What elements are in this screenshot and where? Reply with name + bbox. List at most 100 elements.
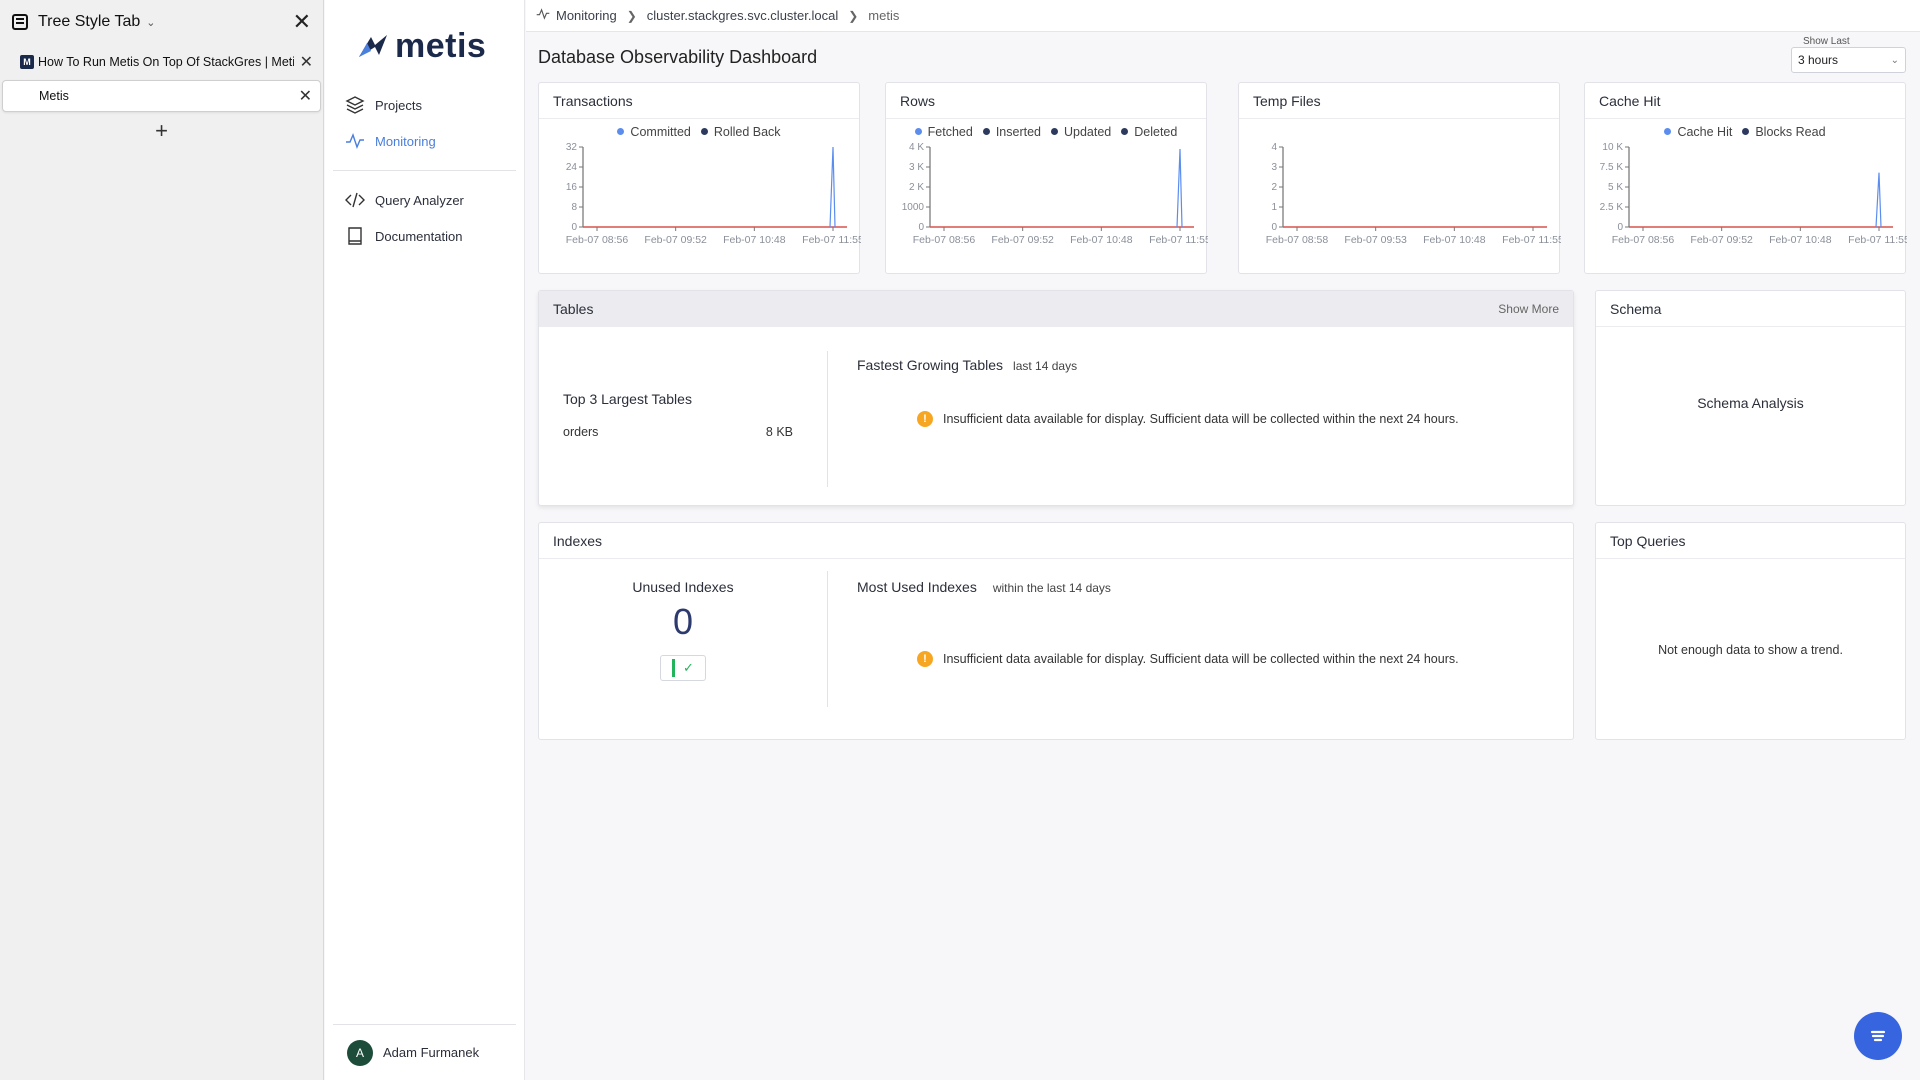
- y-tick-label: 24: [566, 162, 578, 173]
- legend-dot-icon: [1121, 128, 1129, 135]
- largest-tables-title: Top 3 Largest Tables: [563, 391, 692, 407]
- nav-item-label: Monitoring: [375, 133, 436, 149]
- unused-ok-badge: ✓: [660, 655, 706, 681]
- show-more-link[interactable]: Show More: [1498, 302, 1559, 316]
- chart-plot: 0 1000 2 K 3 K 4 K Feb-07 08:56 Feb-07 09:52 Fe…: [902, 142, 1208, 246]
- show-last-select[interactable]: Show Last 3 hours ⌄: [1791, 36, 1906, 73]
- breadcrumb-cluster[interactable]: cluster.stackgres.svc.cluster.local: [647, 8, 838, 23]
- transactions-chart-card: Transactions Committed Rolled Back 0 8 16 24 32…: [538, 82, 861, 274]
- close-icon[interactable]: ✕: [293, 11, 311, 33]
- chart-title: Rows: [886, 83, 1206, 119]
- y-tick-label: 1: [1271, 202, 1277, 213]
- legend-item[interactable]: Committed: [617, 125, 691, 139]
- top-queries-empty: Not enough data to show a trend.: [1658, 643, 1843, 657]
- insufficient-data-message: ! Insufficient data available for displa…: [917, 651, 1553, 667]
- nav-item-documentation[interactable]: Documentation: [325, 221, 524, 251]
- legend-dot-icon: [1050, 128, 1058, 135]
- nav-item-query-analyzer[interactable]: Query Analyzer: [325, 185, 524, 215]
- series-spike: [829, 146, 836, 228]
- legend-label: Cache Hit: [1677, 125, 1733, 139]
- y-tick-label: 16: [566, 182, 578, 193]
- show-last-label: Show Last: [1803, 36, 1850, 47]
- metis-logo-icon: [357, 33, 391, 59]
- top-queries-card-header: Top Queries: [1596, 523, 1905, 559]
- legend-item[interactable]: Blocks Read: [1742, 125, 1826, 139]
- new-tab-button[interactable]: +: [0, 118, 323, 144]
- tab-label: How To Run Metis On Top Of StackGres | M…: [38, 55, 294, 69]
- chat-button[interactable]: [1854, 1012, 1902, 1060]
- schema-analysis-link[interactable]: Schema Analysis: [1596, 395, 1905, 411]
- y-tick-label: 2 K: [909, 182, 924, 193]
- indexes-card: Indexes Unused Indexes 0 ✓ Most Used Ind…: [538, 522, 1574, 740]
- breadcrumb-monitoring[interactable]: Monitoring: [556, 8, 617, 23]
- table-name: orders: [563, 425, 599, 439]
- legend-item[interactable]: Deleted: [1121, 125, 1177, 139]
- breadcrumb: Monitoring ❯ cluster.stackgres.svc.clust…: [526, 0, 1920, 32]
- x-tick-label: Feb-07 09:52: [1690, 234, 1753, 246]
- tab-metis[interactable]: Metis ✕: [2, 80, 321, 112]
- chevron-down-icon[interactable]: ⌄: [146, 16, 155, 29]
- legend-label: Rolled Back: [713, 125, 781, 139]
- tab-metis-article[interactable]: M How To Run Metis On Top Of StackGres |…: [2, 46, 321, 78]
- x-tick-label: Feb-07 10:48: [1423, 234, 1486, 246]
- tree-style-tab-sidebar: Tree Style Tab ⌄ ✕ M How To Run Metis On…: [0, 0, 324, 1080]
- nav-item-projects[interactable]: Projects: [325, 90, 524, 120]
- x-tick-label: Feb-07 09:52: [644, 234, 707, 246]
- legend-item[interactable]: Rolled Back: [700, 125, 781, 139]
- user-profile[interactable]: A Adam Furmanek: [333, 1024, 516, 1080]
- legend-label: Fetched: [927, 125, 973, 139]
- most-used-indexes-title: Most Used Indexes: [857, 579, 977, 595]
- legend-label: Committed: [630, 125, 691, 139]
- legend-item[interactable]: Cache Hit: [1664, 125, 1732, 139]
- show-last-dropdown[interactable]: 3 hours ⌄: [1791, 47, 1906, 73]
- x-tick-label: Feb-07 11:55: [1502, 234, 1561, 246]
- show-last-value: 3 hours: [1798, 53, 1839, 67]
- y-tick-label: 4 K: [909, 142, 924, 153]
- legend-label: Inserted: [995, 125, 1041, 139]
- nav-item-monitoring[interactable]: Monitoring: [325, 126, 524, 156]
- growing-tables-subtitle: last 14 days: [1013, 359, 1078, 373]
- breadcrumb-database: metis: [868, 8, 900, 23]
- y-tick-label: 5 K: [1608, 182, 1623, 193]
- legend-item[interactable]: Inserted: [982, 125, 1041, 139]
- panel-divider: [827, 351, 828, 487]
- table-row[interactable]: orders 8 KB: [563, 425, 793, 439]
- tst-title[interactable]: Tree Style Tab: [38, 13, 140, 31]
- legend-item[interactable]: Fetched: [914, 125, 973, 139]
- title-row: Database Observability Dashboard Show La…: [526, 32, 1920, 82]
- x-tick-label: Feb-07 08:58: [1266, 234, 1329, 246]
- x-tick-label: Feb-07 10:48: [723, 234, 786, 246]
- x-tick-label: Feb-07 08:56: [566, 234, 629, 246]
- code-icon: [345, 192, 365, 208]
- nav-item-label: Query Analyzer: [375, 192, 464, 208]
- y-tick-label: 2: [1271, 182, 1277, 193]
- top-queries-title: Top Queries: [1610, 532, 1686, 549]
- legend-label: Updated: [1063, 125, 1112, 139]
- chart-title: Temp Files: [1239, 83, 1559, 119]
- chevron-right-icon: ❯: [848, 8, 859, 23]
- chevron-down-icon: ⌄: [1890, 54, 1899, 66]
- panel-divider: [827, 571, 828, 707]
- close-tab-icon[interactable]: ✕: [299, 86, 312, 106]
- warning-icon: !: [917, 411, 933, 427]
- largest-tables-panel: Top 3 Largest Tables orders 8 KB: [563, 391, 793, 439]
- y-tick-label: 8: [571, 202, 577, 213]
- x-tick-label: Feb-07 11:55: [1149, 234, 1208, 246]
- unused-indexes-count: 0: [672, 601, 694, 642]
- chart-title: Transactions: [539, 83, 859, 119]
- y-tick-label: 4: [1271, 142, 1277, 153]
- indexes-title: Indexes: [553, 532, 603, 549]
- legend-dot-icon: [700, 128, 708, 135]
- growing-tables-title: Fastest Growing Tables: [857, 357, 1004, 373]
- check-icon: ✓: [683, 660, 694, 675]
- chat-icon: [1870, 1030, 1886, 1042]
- schema-card: Schema Schema Analysis: [1595, 290, 1906, 506]
- metis-logo[interactable]: metis: [325, 0, 524, 70]
- y-tick-label: 1000: [902, 202, 925, 213]
- tst-header: Tree Style Tab ⌄ ✕: [0, 0, 323, 44]
- legend-item[interactable]: Updated: [1050, 125, 1112, 139]
- close-tab-icon[interactable]: ✕: [300, 52, 313, 72]
- chart-legend: [1239, 125, 1559, 141]
- y-tick-label: 32: [566, 142, 578, 153]
- main-content: Monitoring ❯ cluster.stackgres.svc.clust…: [526, 0, 1920, 1080]
